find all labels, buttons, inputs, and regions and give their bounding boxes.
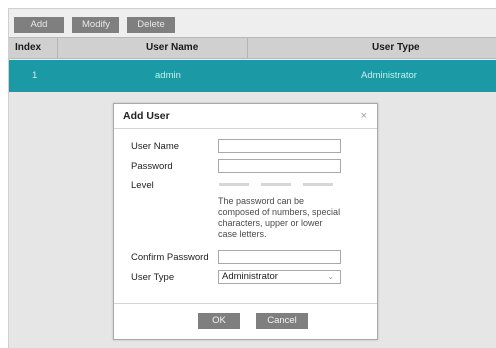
- user-type-label: User Type: [131, 272, 175, 283]
- cell-index: 1: [32, 70, 38, 81]
- password-strength-bar-weak: [219, 183, 249, 186]
- header-user-type: User Type: [372, 42, 420, 53]
- confirm-password-input[interactable]: [218, 250, 341, 264]
- header-user-name: User Name: [146, 42, 199, 53]
- table-header: Index User Name User Type: [9, 37, 496, 59]
- cancel-button[interactable]: Cancel: [256, 313, 308, 329]
- close-icon[interactable]: ×: [361, 110, 367, 122]
- password-label: Password: [131, 161, 173, 172]
- column-divider: [247, 38, 248, 58]
- column-divider: [57, 38, 58, 58]
- modify-button[interactable]: Modify: [72, 17, 119, 33]
- user-name-input[interactable]: [218, 139, 341, 153]
- user-type-selected-value: Administrator: [222, 271, 278, 282]
- ok-button[interactable]: OK: [198, 313, 240, 329]
- password-strength-bar-medium: [261, 183, 291, 186]
- add-button[interactable]: Add: [14, 17, 64, 33]
- toolbar: Add Modify Delete: [14, 17, 175, 33]
- confirm-password-label: Confirm Password: [131, 252, 209, 263]
- dialog-title: Add User: [123, 110, 170, 122]
- add-user-dialog: Add User × User Name Password Level The …: [113, 103, 378, 340]
- user-management-screen: Add Modify Delete Index User Name User T…: [0, 0, 496, 348]
- password-strength-bar-strong: [303, 183, 333, 186]
- chevron-down-icon: ⌄: [327, 272, 334, 281]
- dialog-header-divider: [114, 128, 377, 129]
- cell-user-name: admin: [155, 70, 181, 81]
- header-index: Index: [15, 42, 42, 53]
- dialog-footer-divider: [114, 303, 377, 304]
- cell-user-type: Administrator: [361, 70, 417, 81]
- level-label: Level: [131, 180, 154, 191]
- password-hint: The password can be composed of numbers,…: [218, 196, 341, 239]
- delete-button[interactable]: Delete: [127, 17, 175, 33]
- table-row[interactable]: 1 admin Administrator: [9, 60, 496, 92]
- user-type-select[interactable]: Administrator ⌄: [218, 270, 341, 284]
- password-input[interactable]: [218, 159, 341, 173]
- user-name-label: User Name: [131, 141, 180, 152]
